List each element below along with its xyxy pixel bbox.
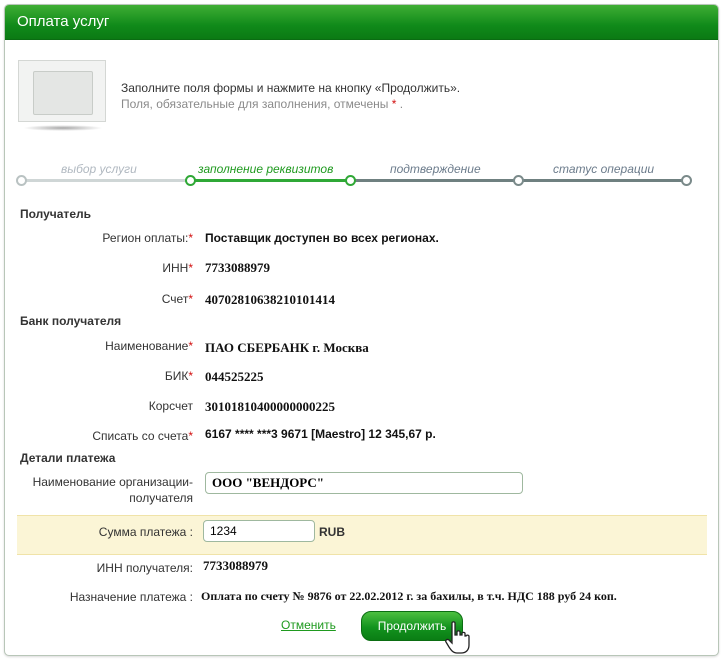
step-confirm: подтверждение <box>390 162 481 176</box>
cancel-link[interactable]: Отменить <box>281 618 336 632</box>
bank-name-label: Наименование* <box>105 339 193 353</box>
payee-inn-label: ИНН получателя: <box>96 561 193 575</box>
inn-label: ИНН* <box>162 261 193 275</box>
region-value: Поставщик доступен во всех регионах. <box>205 231 439 245</box>
payment-panel: Оплата услуг Заполните поля формы и нажм… <box>4 4 719 656</box>
inn-value: 7733088979 <box>205 260 270 275</box>
corr-account-value: 30101810400000000225 <box>205 399 335 414</box>
purpose-label: Назначение платежа : <box>69 590 193 604</box>
step-line-2 <box>190 179 350 182</box>
corr-account-label: Корсчет <box>148 399 193 413</box>
bank-name-value: ПАО СБЕРБАНК г. Москва <box>205 340 369 355</box>
required-star: * <box>391 97 397 111</box>
intro-text: Заполните поля формы и нажмите на кнопку… <box>121 81 461 95</box>
payee-inn-value: 7733088979 <box>203 558 268 573</box>
account-value: 40702810638210101414 <box>205 292 335 307</box>
recipient-heading: Получатель <box>20 207 91 221</box>
bik-label: БИК* <box>164 369 193 383</box>
currency-label: RUB <box>319 525 345 539</box>
step-status: статус операции <box>553 162 655 176</box>
step-dot-1 <box>16 175 27 186</box>
step-line-1 <box>22 179 190 182</box>
step-dot-3 <box>345 175 356 186</box>
title-bar: Оплата услуг <box>5 5 718 40</box>
amount-input[interactable]: 1234 <box>203 520 315 542</box>
step-select-service: выбор услуги <box>61 162 137 176</box>
debit-account-value: 6167 **** ***3 9671 [Maestro] 12 345,67 … <box>205 427 436 441</box>
hand-cursor-icon <box>445 621 470 654</box>
bank-heading: Банк получателя <box>20 314 122 328</box>
step-line-4 <box>518 179 686 182</box>
window-title: Оплата услуг <box>17 13 110 30</box>
org-name-input[interactable]: ООО "ВЕНДОРС" <box>205 472 523 494</box>
debit-account-label: Списать со счета* <box>92 429 193 443</box>
step-dot-5 <box>681 175 692 186</box>
service-icon <box>18 60 106 122</box>
bik-value: 044525225 <box>205 369 264 384</box>
purpose-value: Оплата по счету № 9876 от 22.02.2012 г. … <box>201 589 617 603</box>
step-dot-2 <box>185 175 196 186</box>
required-note: Поля, обязательные для заполнения, отмеч… <box>121 97 404 111</box>
region-label: Регион оплаты:* <box>102 231 193 245</box>
org-name-label: Наименование организации- получателя <box>32 475 193 505</box>
bag-icon <box>33 71 93 115</box>
step-fill-details: заполнение реквизитов <box>198 162 334 176</box>
account-label: Счет* <box>161 292 193 306</box>
amount-label: Сумма платежа : <box>98 525 193 539</box>
step-line-3 <box>350 179 518 182</box>
icon-shadow <box>23 125 103 131</box>
payment-heading: Детали платежа <box>20 451 116 465</box>
step-dot-4 <box>513 175 524 186</box>
